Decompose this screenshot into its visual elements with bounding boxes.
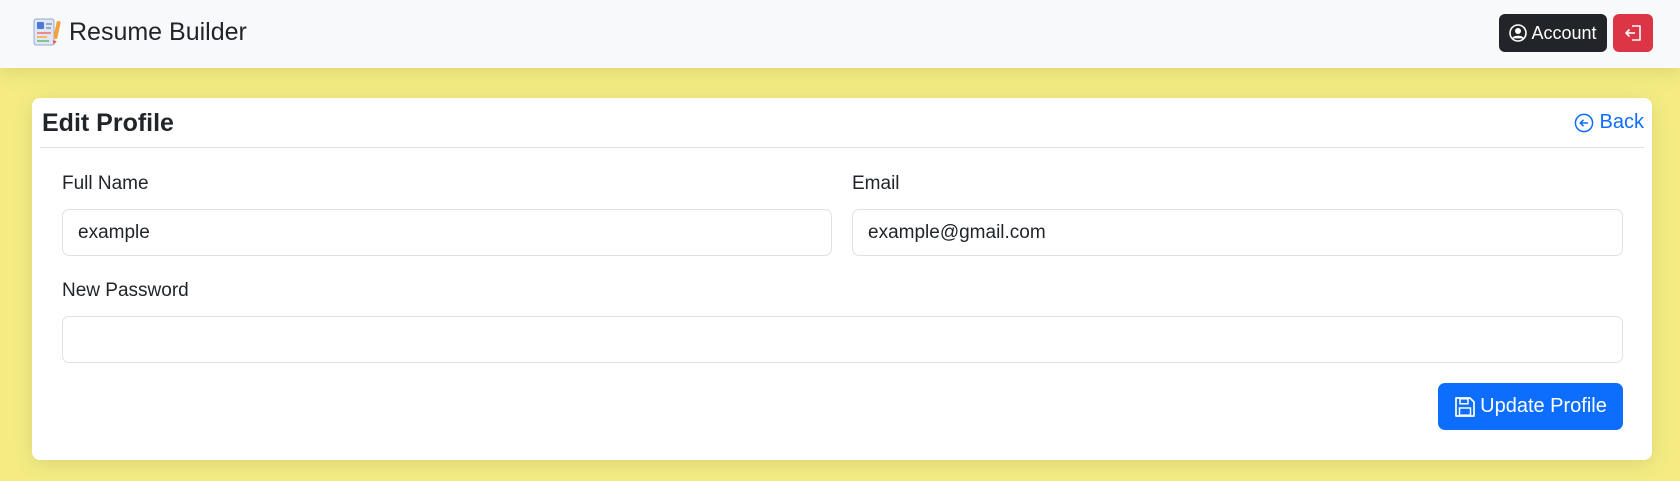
resume-logo-icon [33,18,61,46]
edit-profile-card: Edit Profile Back Full Name Email New Pa… [32,98,1652,460]
brand[interactable]: Resume Builder [33,17,247,47]
card-header: Edit Profile Back [40,98,1644,148]
full-name-label: Full Name [62,173,149,194]
new-password-input[interactable] [62,316,1623,363]
back-link[interactable]: Back [1574,111,1644,134]
save-icon [1455,396,1475,417]
arrow-left-circle-icon [1574,113,1593,132]
back-label: Back [1599,111,1644,133]
brand-name: Resume Builder [69,17,247,46]
email-label: Email [852,173,900,194]
page-title: Edit Profile [42,109,174,137]
top-navbar: Resume Builder Account [0,0,1680,68]
email-input[interactable] [852,209,1623,256]
account-button[interactable]: Account [1499,14,1607,52]
user-circle-icon [1509,24,1528,42]
new-password-label: New Password [62,280,189,301]
logout-button[interactable] [1613,14,1653,52]
account-label: Account [1531,22,1597,43]
update-profile-label: Update Profile [1480,395,1607,417]
sign-out-icon [1625,25,1641,41]
full-name-input[interactable] [62,209,832,256]
update-profile-button[interactable]: Update Profile [1438,383,1623,430]
